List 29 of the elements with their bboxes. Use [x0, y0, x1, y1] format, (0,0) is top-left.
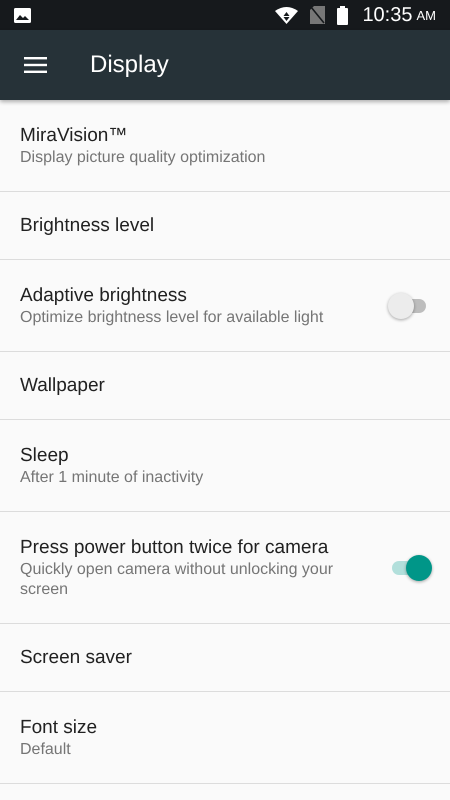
setting-summary: Quickly open camera without unlocking your screen [20, 560, 334, 600]
setting-title: Font size [20, 716, 98, 740]
setting-summary: Display picture quality optimization [20, 148, 266, 168]
setting-title: Screen saver [20, 646, 133, 670]
clock-time: 10:35 [362, 4, 412, 26]
setting-row[interactable]: Font size Default [0, 692, 450, 784]
setting-row[interactable]: Wallpaper [0, 352, 450, 420]
setting-title: Adaptive brightness [20, 284, 188, 308]
setting-row[interactable]: MiraVision™ Display picture quality optimization [0, 100, 450, 192]
wifi-icon [275, 6, 298, 24]
menu-icon[interactable] [24, 57, 47, 73]
setting-summary: After 1 minute of inactivity [20, 468, 204, 488]
clock-period: AM [416, 8, 436, 22]
setting-row[interactable]: Press power button twice for camera Quickly open camera without unlocking your screen [0, 512, 450, 624]
image-icon [14, 8, 31, 22]
battery-icon [337, 6, 348, 24]
setting-title: Brightness level [20, 214, 156, 238]
setting-summary: Default [20, 740, 72, 760]
setting-title: Sleep [20, 444, 70, 468]
no-sim-icon [310, 6, 326, 24]
setting-row[interactable]: Sleep After 1 minute of inactivity [0, 420, 450, 512]
setting-row[interactable]: Adaptive brightness Optimize brightness level for available light [0, 260, 450, 352]
setting-title: Press power button twice for camera [20, 536, 330, 560]
screen-title: Display [90, 51, 169, 79]
setting-row[interactable]: Brightness level [0, 192, 450, 260]
setting-title: Wallpaper [20, 374, 106, 398]
setting-title: MiraVision™ [20, 124, 128, 148]
setting-row[interactable]: Screen saver [0, 624, 450, 692]
setting-summary: Optimize brightness level for available light [20, 308, 324, 328]
